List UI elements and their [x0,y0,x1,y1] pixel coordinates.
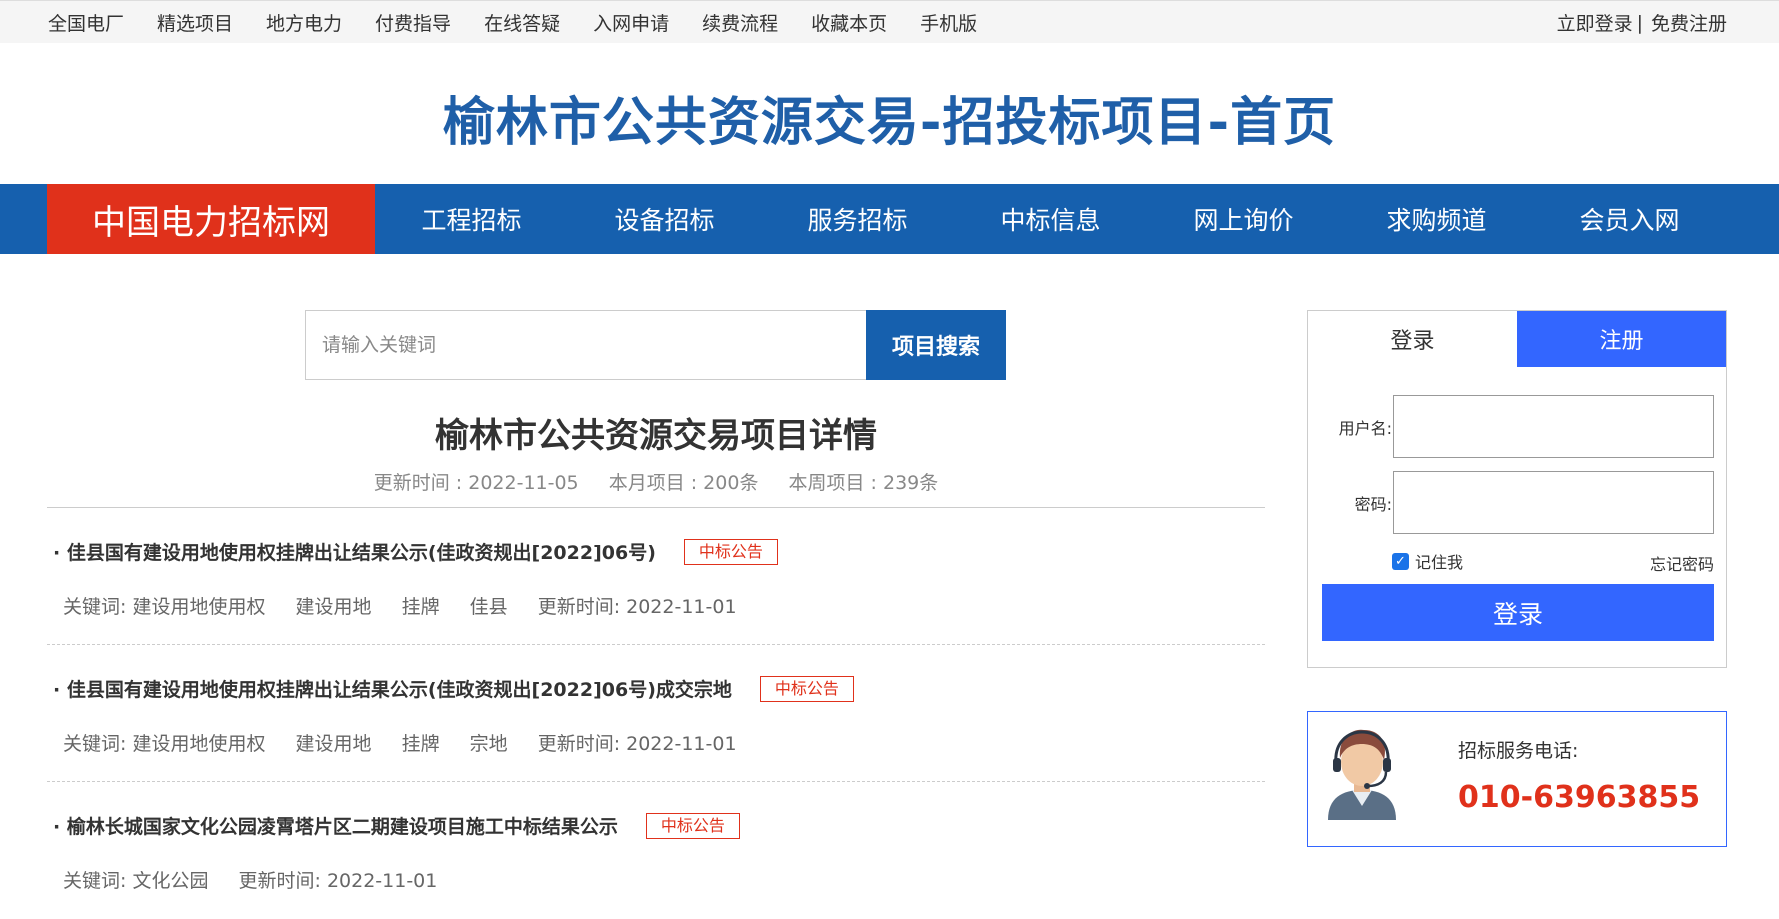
stat-month: 本月项目 : 200条 [608,472,759,494]
keyword: 挂牌 [401,596,440,618]
status-badge: 中标公告 [683,538,778,565]
service-label: 招标服务电话: [1458,740,1579,762]
username-label: 用户名: [1338,419,1392,438]
top-bar: 全国电厂 精选项目 地方电力 付费指导 在线答疑 入网申请 续费流程 收藏本页 … [0,0,1779,43]
top-link-5[interactable]: 入网申请 [593,9,669,36]
remember-label: 记住我 [1415,553,1464,572]
username-field[interactable] [1393,395,1714,458]
nav-items: 工程招标 设备招标 服务招标 中标信息 网上询价 求购频道 会员入网 [375,184,1726,254]
nav-item-0[interactable]: 工程招标 [375,184,568,254]
top-user-links: 立即登录 | 免费注册 [1557,1,1727,44]
list-item: · 榆林长城国家文化公园凌霄塔片区二期建设项目施工中标结果公示 中标公告 关键词… [47,782,1265,919]
list-item-meta: 关键词: 文化公园 更新时间: 2022-11-01 [63,866,461,893]
password-field[interactable] [1393,471,1714,534]
top-register-link[interactable]: 免费注册 [1651,9,1727,36]
status-badge: 中标公告 [759,675,854,702]
login-button[interactable]: 登录 [1322,584,1714,641]
detail-title: 榆林市公共资源交易项目详情 [435,416,877,456]
nav-item-4[interactable]: 网上询价 [1147,184,1340,254]
remember-checkbox[interactable]: ✓ [1392,552,1409,570]
keyword: 建设用地 [295,596,372,618]
top-link-2[interactable]: 地方电力 [266,9,342,36]
keyword: 建设用地 [295,733,372,755]
list-item-title[interactable]: · 佳县国有建设用地使用权挂牌出让结果公示(佳政资规出[2022]06号)成交宗… [53,675,732,702]
project-list: · 佳县国有建设用地使用权挂牌出让结果公示(佳政资规出[2022]06号) 中标… [47,508,1265,919]
service-phone-number: 010-63963855 [1458,780,1701,815]
list-item-title[interactable]: · 佳县国有建设用地使用权挂牌出让结果公示(佳政资规出[2022]06号) [53,538,656,565]
password-label: 密码: [1354,495,1392,514]
list-item-title-row: · 佳县国有建设用地使用权挂牌出让结果公示(佳政资规出[2022]06号)成交宗… [53,675,854,702]
login-tabs: 登录 注册 [1308,311,1726,367]
keyword-label: 关键词: 文化公园 [63,870,209,892]
site-title: 榆林市公共资源交易-招投标项目-首页 [442,93,1337,153]
tab-login[interactable]: 登录 [1308,311,1517,367]
search-button[interactable]: 项目搜索 [866,310,1006,380]
update-time: 更新时间: 2022-11-01 [238,870,438,892]
keyword: 宗地 [469,733,508,755]
update-time: 更新时间: 2022-11-01 [537,733,737,755]
list-item-title-row: · 佳县国有建设用地使用权挂牌出让结果公示(佳政资规出[2022]06号) 中标… [53,538,778,565]
list-item: · 佳县国有建设用地使用权挂牌出让结果公示(佳政资规出[2022]06号)成交宗… [47,645,1265,782]
status-badge: 中标公告 [645,812,740,839]
search-bar: 项目搜索 [305,310,1006,380]
nav-brand[interactable]: 中国电力招标网 [47,184,375,254]
main-nav: 中国电力招标网 工程招标 设备招标 服务招标 中标信息 网上询价 求购频道 会员… [0,184,1779,254]
nav-item-2[interactable]: 服务招标 [761,184,954,254]
top-link-8[interactable]: 手机版 [920,9,977,36]
nav-item-6[interactable]: 会员入网 [1533,184,1726,254]
nav-item-1[interactable]: 设备招标 [568,184,761,254]
forgot-password-link[interactable]: 忘记密码 [1650,551,1714,575]
list-item-title[interactable]: · 榆林长城国家文化公园凌霄塔片区二期建设项目施工中标结果公示 [53,812,618,839]
login-panel: 登录 注册 用户名: 密码: ✓ 记住我 忘记密码 登录 [1307,310,1727,668]
keyword-label: 关键词: 建设用地使用权 [63,596,266,618]
list-item-meta: 关键词: 建设用地使用权 建设用地 挂牌 佳县 更新时间: 2022-11-01 [63,592,761,619]
top-link-4[interactable]: 在线答疑 [484,9,560,36]
nav-item-5[interactable]: 求购频道 [1340,184,1533,254]
keyword-label: 关键词: 建设用地使用权 [63,733,266,755]
stat-updated: 更新时间 : 2022-11-05 [373,472,579,494]
customer-service-icon [1328,729,1396,820]
list-item-title-row: · 榆林长城国家文化公园凌霄塔片区二期建设项目施工中标结果公示 中标公告 [53,812,740,839]
top-links: 全国电厂 精选项目 地方电力 付费指导 在线答疑 入网申请 续费流程 收藏本页 … [48,1,1010,44]
stat-week: 本周项目 : 239条 [788,472,939,494]
list-item-meta: 关键词: 建设用地使用权 建设用地 挂牌 宗地 更新时间: 2022-11-01 [63,729,761,756]
top-link-3[interactable]: 付费指导 [375,9,451,36]
detail-stats: 更新时间 : 2022-11-05 本月项目 : 200条 本周项目 : 239… [47,468,1265,495]
top-link-6[interactable]: 续费流程 [702,9,778,36]
top-separator: | [1636,11,1643,34]
tab-register[interactable]: 注册 [1517,311,1726,367]
search-input[interactable] [305,310,867,380]
service-phone-panel: 招标服务电话: 010-63963855 [1307,711,1727,847]
keyword: 挂牌 [401,733,440,755]
top-link-7[interactable]: 收藏本页 [811,9,887,36]
remember-me: ✓ 记住我 [1392,549,1463,573]
top-link-1[interactable]: 精选项目 [157,9,233,36]
keyword: 佳县 [469,596,508,618]
top-login-link[interactable]: 立即登录 [1557,9,1633,36]
list-item: · 佳县国有建设用地使用权挂牌出让结果公示(佳政资规出[2022]06号) 中标… [47,508,1265,645]
top-link-0[interactable]: 全国电厂 [48,9,124,36]
nav-item-3[interactable]: 中标信息 [954,184,1147,254]
update-time: 更新时间: 2022-11-01 [537,596,737,618]
